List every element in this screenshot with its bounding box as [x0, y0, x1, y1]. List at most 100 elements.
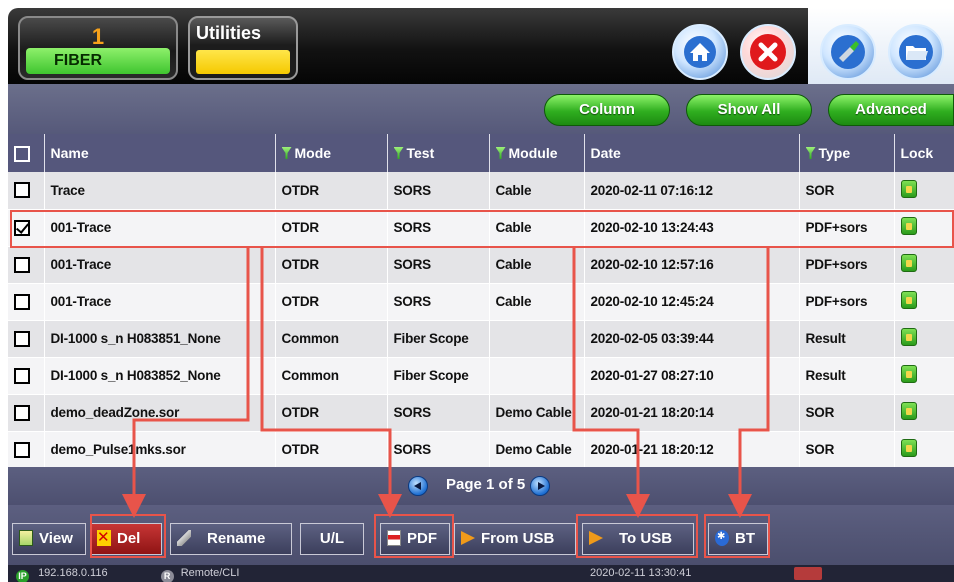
row-checkbox[interactable] [14, 256, 30, 273]
cell-module: Demo Cable [489, 431, 585, 469]
clean-button[interactable] [820, 24, 876, 80]
cell-mode: Common [275, 320, 388, 358]
row-checkbox[interactable] [14, 182, 30, 199]
filter-icon [393, 147, 404, 159]
col-header-name[interactable]: Name [44, 134, 276, 172]
close-button[interactable] [740, 24, 796, 80]
col-header-module[interactable]: Module [489, 134, 585, 172]
row-checkbox[interactable] [14, 367, 30, 384]
cell-test: Fiber Scope [387, 320, 490, 358]
battery-icon [794, 567, 822, 580]
table-row[interactable]: Trace OTDR SORS Cable 2020-02-11 07:16:12 SOR [8, 172, 954, 210]
cell-mode: OTDR [275, 246, 388, 284]
col-header-test[interactable]: Test [387, 134, 490, 172]
table-row[interactable]: 001-Trace OTDR SORS Cable 2020-02-10 12:45:2… [8, 283, 954, 321]
table-row[interactable]: 001-Trace OTDR SORS Cable 2020-02-10 12:57:1… [8, 246, 954, 284]
remote-badge: R [160, 570, 174, 582]
cell-type: PDF+sors [799, 246, 895, 284]
col-header-mode[interactable]: Mode [275, 134, 388, 172]
fiber-tab-number: 1 [91, 24, 105, 49]
lock-cell[interactable] [894, 357, 954, 395]
remote-status: Remote/CLI [180, 567, 240, 579]
row-select-cell[interactable] [8, 431, 45, 469]
row-select-cell[interactable] [8, 246, 45, 284]
usb-import-icon [461, 530, 475, 546]
column-button[interactable]: Column [544, 94, 670, 126]
home-button[interactable] [672, 24, 728, 80]
lock-icon[interactable] [900, 254, 917, 272]
utilities-tab[interactable]: Utilities [188, 16, 298, 80]
clock: 2020-02-11 13:30:41 [590, 567, 692, 579]
ip-badge: IP [16, 570, 29, 582]
table-row[interactable]: demo_deadZone.sor OTDR SORS Demo Cable 2020-… [8, 394, 954, 432]
row-select-cell[interactable] [8, 320, 45, 358]
ul-button[interactable]: U/L [300, 523, 364, 555]
prev-page-button[interactable] [408, 476, 428, 496]
lock-icon[interactable] [900, 365, 917, 383]
fiber-tab[interactable]: 1 FIBER [18, 16, 178, 80]
table-row[interactable]: DI-1000 s_n H083851_None Common Fiber Scop… [8, 320, 954, 358]
lock-cell[interactable] [894, 283, 954, 321]
row-select-cell[interactable] [8, 357, 45, 395]
home-icon [684, 36, 716, 68]
table-header: Name Mode Test Module Date Type Lock [8, 134, 954, 172]
advanced-button[interactable]: Advanced [828, 94, 954, 126]
row-checkbox[interactable] [14, 404, 30, 421]
filter-icon [495, 147, 506, 159]
file-table: Name Mode Test Module Date Type Lock Tra… [8, 134, 954, 469]
lock-icon[interactable] [900, 402, 917, 420]
cell-name: 001-Trace [44, 246, 276, 284]
cell-module: Cable [489, 246, 585, 284]
cell-module: Cable [489, 172, 585, 210]
utilities-tab-label: Utilities [196, 23, 262, 43]
rename-button[interactable]: Rename [170, 523, 292, 555]
lock-icon[interactable] [900, 179, 917, 198]
view-button[interactable]: View [12, 523, 86, 555]
status-bar: IP 192.168.0.116 R Remote/CLI 2020-02-11… [8, 565, 954, 582]
row-checkbox[interactable] [14, 441, 30, 458]
filter-icon [281, 147, 292, 159]
col-header-date[interactable]: Date [584, 134, 800, 172]
lock-cell[interactable] [894, 394, 954, 432]
next-page-button[interactable] [530, 476, 550, 496]
select-all-checkbox[interactable] [14, 145, 30, 162]
lock-cell[interactable] [894, 172, 954, 210]
folder-button[interactable] [888, 24, 944, 80]
cell-test: SORS [387, 431, 490, 469]
table-row[interactable]: demo_Pulse1mks.sor OTDR SORS Demo Cable 2020… [8, 431, 954, 469]
pager: Page 1 of 5 [8, 467, 954, 505]
brush-icon [177, 530, 191, 546]
cell-test: SORS [387, 283, 490, 321]
pdf-highlight [374, 514, 454, 558]
col-header-type[interactable]: Type [799, 134, 895, 172]
lock-cell[interactable] [894, 320, 954, 358]
row-select-cell[interactable] [8, 394, 45, 432]
lock-icon[interactable] [900, 439, 917, 457]
row-checkbox[interactable] [14, 330, 30, 347]
cell-date: 2020-02-05 03:39:44 [584, 320, 800, 358]
lock-cell[interactable] [894, 431, 954, 469]
from-usb-button[interactable]: From USB [454, 523, 576, 555]
col-header-lock[interactable]: Lock [894, 134, 954, 172]
select-all-cell[interactable] [8, 134, 45, 172]
document-icon [19, 530, 33, 546]
row-select-cell[interactable] [8, 283, 45, 321]
cell-name: demo_deadZone.sor [44, 394, 276, 432]
cell-mode: Common [275, 357, 388, 395]
lock-cell[interactable] [894, 246, 954, 284]
close-icon [750, 34, 786, 70]
lock-icon[interactable] [900, 291, 917, 309]
cell-name: Trace [44, 172, 276, 210]
table-row[interactable]: DI-1000 s_n H083852_None Common Fiber Scop… [8, 357, 954, 395]
row-select-cell[interactable] [8, 172, 45, 210]
cell-date: 2020-02-10 12:45:24 [584, 283, 800, 321]
cell-mode: OTDR [275, 172, 388, 210]
cell-module [489, 357, 585, 395]
ip-address: 192.168.0.116 [38, 567, 108, 579]
row-checkbox[interactable] [14, 293, 30, 310]
lock-icon[interactable] [900, 328, 917, 346]
cell-type: SOR [799, 394, 895, 432]
show-all-button[interactable]: Show All [686, 94, 812, 126]
cell-test: SORS [387, 394, 490, 432]
selected-row-highlight [10, 210, 954, 248]
